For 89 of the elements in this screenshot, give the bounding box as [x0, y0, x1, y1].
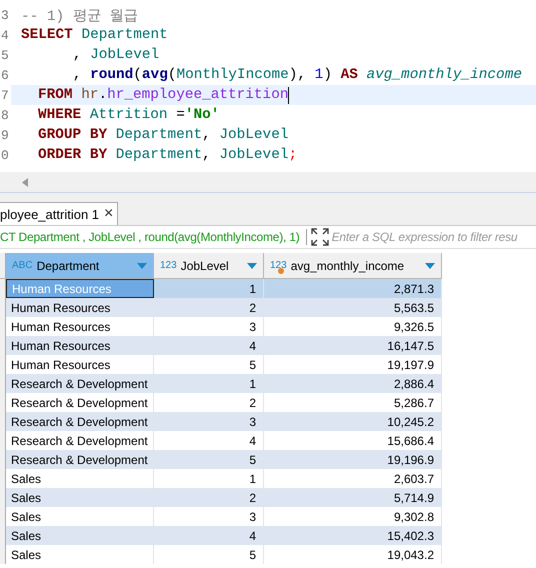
result-tab[interactable]: ployee_attrition 1 × — [0, 202, 118, 225]
table-cell: 15,402.3 — [264, 526, 442, 545]
table-cell: 4 — [154, 336, 264, 355]
table-cell: 5 — [154, 545, 264, 564]
scroll-left-arrow-icon[interactable] — [22, 178, 28, 186]
sql-keyword: GROUP BY — [38, 127, 108, 143]
table-cell: Sales — [6, 545, 154, 564]
semicolon: ; — [288, 147, 298, 163]
sql-punctuation: ( — [168, 67, 176, 83]
table-cell: 1 — [154, 374, 264, 393]
sql-keyword: ORDER BY — [38, 147, 108, 163]
table-cell: 1 — [154, 279, 264, 298]
column-name: avg_monthly_income — [290, 258, 406, 272]
close-icon[interactable]: × — [104, 206, 114, 222]
line-number: 8 — [0, 108, 10, 122]
sort-caret-icon[interactable] — [425, 262, 435, 268]
sort-caret-icon[interactable] — [137, 262, 147, 268]
column-name: MonthlyIncome — [176, 67, 289, 83]
table-cell: Sales — [6, 488, 154, 507]
column-alias: avg_monthly_income — [366, 67, 522, 83]
column-name: Department — [116, 147, 202, 163]
schema-name: hr — [81, 87, 98, 103]
table-cell: Research & Development — [6, 450, 154, 469]
column-name: JobLevel — [219, 147, 288, 163]
column-name: Department — [81, 27, 168, 43]
line-number: 6 — [0, 68, 10, 82]
line-number: 5 — [0, 48, 10, 62]
table-cell: 2 — [154, 298, 264, 317]
table-cell: 10,245.2 — [264, 412, 442, 431]
column-header[interactable]: ABC Department — [6, 253, 154, 279]
table-cell: 3 — [154, 412, 264, 431]
table-cell: 5,714.9 — [264, 488, 442, 507]
dot-icon — [278, 268, 284, 274]
sql-punctuation: . — [98, 87, 108, 103]
sql-punctuation: ) — [323, 67, 333, 83]
sql-punctuation: , — [72, 67, 82, 83]
column-header[interactable]: 123 JobLevel — [154, 253, 264, 279]
sql-keyword: FROM — [38, 87, 74, 103]
column-name: Department — [116, 127, 202, 143]
sort-caret-icon[interactable] — [247, 262, 257, 268]
type-label: 123 — [270, 260, 287, 271]
sql-comment: -- 1) 평균 월급 — [21, 8, 138, 24]
sql-keyword: SELECT — [21, 27, 74, 43]
line-number: 0 — [0, 148, 10, 162]
function-name: round — [90, 67, 134, 83]
line-number: 7 — [0, 88, 10, 102]
column-name: JobLevel — [180, 258, 230, 272]
type-label: 123 — [160, 260, 177, 271]
line-number: 4 — [0, 28, 10, 42]
sql-punctuation: ), — [288, 67, 308, 83]
type-label: ABC — [12, 260, 33, 271]
table-cell: Research & Development — [6, 374, 154, 393]
table-cell: Human Resources — [6, 279, 154, 298]
sql-punctuation: ( — [133, 67, 142, 83]
line-number: 3 — [0, 8, 10, 22]
table-cell: Research & Development — [6, 412, 154, 431]
table-cell: 5 — [154, 450, 264, 469]
table-cell: Human Resources — [6, 298, 154, 317]
table-cell: 4 — [154, 526, 264, 545]
table-cell: 19,043.2 — [264, 545, 442, 564]
table-cell: 16,147.5 — [264, 336, 442, 355]
expand-icon[interactable] — [310, 228, 329, 246]
row-header[interactable] — [0, 279, 6, 298]
table-cell: 2,886.4 — [264, 374, 442, 393]
table-cell: 19,196.9 — [264, 450, 442, 469]
string-literal: 'No' — [184, 107, 220, 123]
sql-punctuation: , — [202, 127, 212, 143]
column-name: Department — [36, 258, 100, 272]
number-literal: 1 — [314, 67, 324, 83]
function-name: avg — [142, 67, 168, 83]
table-cell: 2,871.3 — [264, 279, 442, 298]
table-cell: Sales — [6, 526, 154, 545]
row-header[interactable] — [0, 545, 6, 564]
table-cell: 5,563.5 — [264, 298, 442, 317]
column-name: JobLevel — [219, 127, 288, 143]
sql-punctuation: , — [202, 147, 212, 163]
sql-keyword: AS — [340, 67, 359, 83]
sql-punctuation: = — [175, 107, 185, 123]
sql-punctuation: , — [72, 47, 82, 63]
column-name: Attrition — [90, 107, 168, 123]
table-cell: Human Resources — [6, 336, 154, 355]
column-name: JobLevel — [90, 47, 160, 63]
column-header[interactable]: 123 avg_monthly_income — [264, 253, 442, 279]
table-name: hr_employee_attrition — [107, 87, 288, 103]
query-text: CT Department , JobLevel , round(avg(MonthlyIncome), 1) — [0, 230, 300, 244]
line-number: 9 — [0, 128, 10, 142]
text-cursor — [288, 86, 290, 104]
table-cell: 2 — [154, 488, 264, 507]
sql-keyword: WHERE — [38, 107, 82, 123]
